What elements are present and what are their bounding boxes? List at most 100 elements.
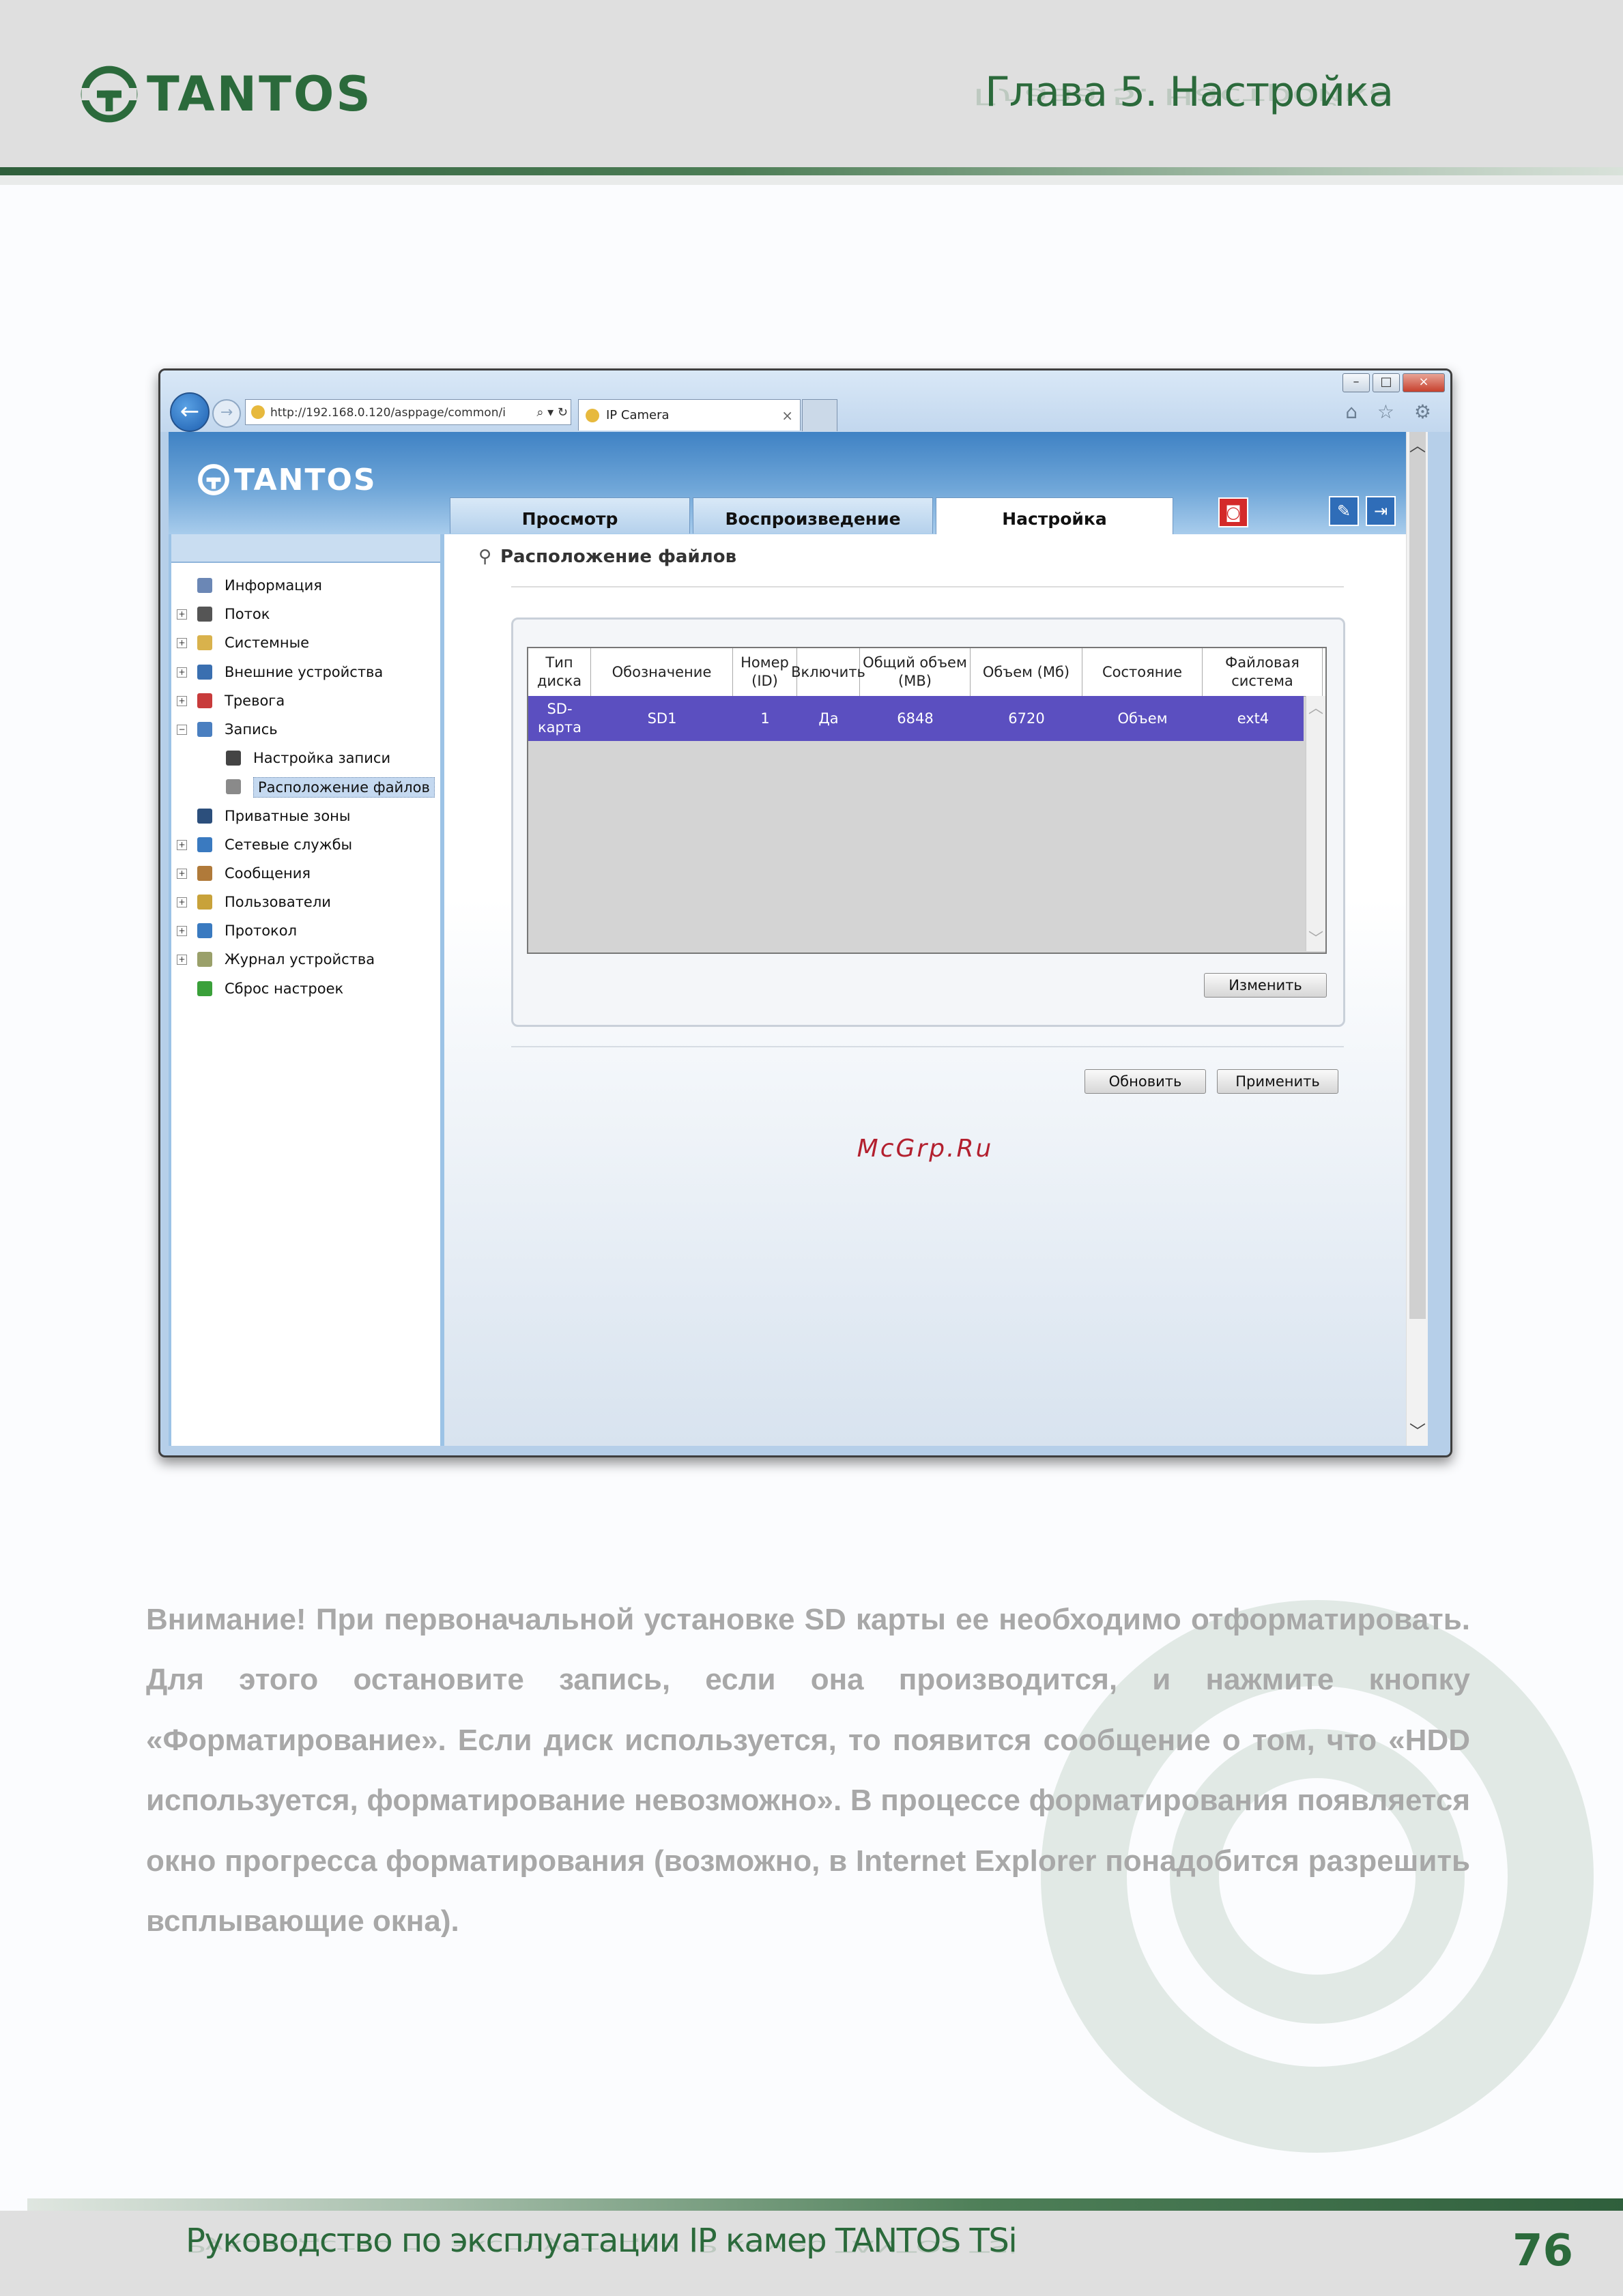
change-button[interactable]: Изменить [1204,973,1327,998]
page-scrollbar[interactable]: ︿ ﹀ [1406,432,1428,1446]
sidebar-item[interactable]: Приватные зоны [171,802,440,830]
system-icon [197,635,212,651]
storage-panel: Тип диска Обозначение Номер (ID) Включит… [511,617,1345,1027]
chevron-down-icon[interactable]: ﹀ [1306,927,1325,948]
header-divider [0,167,1623,175]
sidebar-item[interactable]: + Журнал устройства [171,945,440,974]
info-icon [197,578,212,593]
page-viewport: TANTOS Просмотр Воспроизведение Настройк… [169,432,1428,1446]
sidebar-item-label: Информация [225,577,322,594]
tab-view[interactable]: Просмотр [450,497,690,534]
col-total-capacity: Общий объем (MB) [860,648,971,696]
sidebar-top-bar [171,534,440,563]
sidebar-item[interactable]: + Пользователи [171,888,440,916]
tab-close-icon[interactable]: × [781,400,793,431]
table-scrollbar[interactable]: ︿ ﹀ [1306,696,1325,951]
address-url: http://192.168.0.120/asppage/common/i [270,406,506,420]
table-header: Тип диска Обозначение Номер (ID) Включит… [528,648,1325,697]
sidebar-item-label: Настройка записи [253,750,391,767]
minimize-button[interactable]: – [1342,373,1370,392]
sidebar-item-label: Сообщения [225,864,311,882]
sidebar-item-label: Поток [225,606,270,623]
sidebar-item-label: Журнал устройства [225,951,375,968]
sidebar-item[interactable]: + Системные [171,628,440,657]
sidebar-item-label: Сброс настроек [225,980,344,997]
scrollbar-thumb[interactable] [1409,432,1426,1319]
back-arrow-icon[interactable]: ← [170,392,210,432]
file-location-section-icon: ⚲ [478,547,492,567]
tree-expander-icon[interactable]: + [177,897,187,908]
col-enable: Включить [791,648,865,696]
forward-arrow-icon[interactable]: → [212,399,241,428]
tree-expander-icon[interactable]: + [177,609,187,620]
col-id: Номер (ID) [733,648,797,696]
edit-icon[interactable]: ✎ [1329,496,1359,526]
scroll-down-chevron-icon[interactable]: ﹀ [1407,1418,1428,1442]
col-filesystem: Файловая система [1203,648,1323,696]
refresh-button[interactable]: Обновить [1085,1069,1206,1094]
sidebar-item[interactable]: Настройка записи [171,744,440,772]
sidebar-item-label: Расположение файлов [253,777,435,798]
record-settings-icon [226,751,241,766]
tree-expander-icon[interactable]: + [177,868,187,879]
tree-expander-icon[interactable]: + [177,926,187,937]
cell-disk-type: SD-карта [538,701,581,736]
tantos-logo: TANTOS [78,63,373,126]
tree-expander-icon[interactable]: + [177,638,187,649]
sidebar-item-label: Запись [225,721,278,738]
address-tools-icon[interactable]: ⌕ ▾ ↻ [534,400,568,424]
browser-tab[interactable]: IP Camera × [578,399,801,431]
tree-expander-icon[interactable]: + [177,695,187,706]
sidebar-item[interactable]: + Сообщения [171,859,440,888]
home-favorites-settings-icon[interactable]: ⌂ ☆ ⚙ [1345,401,1438,423]
cell-enable: Да [818,710,839,727]
app-header: TANTOS Просмотр Воспроизведение Настройк… [169,432,1428,535]
cell-total-capacity: 6848 [897,710,934,727]
col-free-capacity: Объем (Мб) [971,648,1082,696]
scroll-up-chevron-icon[interactable]: ︿ [1407,432,1428,456]
table-row[interactable]: SD-карта SD1 1 Да 6848 6720 Объем ext4 [528,696,1304,741]
cell-id: 1 [760,710,770,727]
new-tab-button[interactable] [802,399,837,431]
sidebar-item-label: Протокол [225,922,298,940]
sidebar-item[interactable]: − Запись [171,715,440,744]
tab-title: IP Camera [606,408,670,422]
messages-icon [197,865,212,881]
address-bar[interactable]: http://192.168.0.120/asppage/common/i ⌕ … [245,399,571,425]
alarm-icon [197,693,212,708]
stream-icon [197,607,212,622]
tree-expander-icon[interactable]: + [177,667,187,678]
sidebar-item[interactable]: + Тревога [171,686,440,715]
tab-playback[interactable]: Воспроизведение [693,497,933,534]
apply-button[interactable]: Применить [1217,1069,1338,1094]
maximize-button[interactable]: □ [1373,373,1400,392]
sidebar-item[interactable]: + Внешние устройства [171,658,440,686]
network-icon [197,837,212,852]
tree-expander-icon[interactable]: + [177,839,187,850]
chevron-up-icon[interactable]: ︿ [1306,696,1325,718]
app-logo-icon [198,464,229,495]
browser-chrome: – □ × ← → http://192.168.0.120/asppage/c… [160,370,1450,432]
cell-free-capacity: 6720 [1008,710,1045,727]
sidebar-item[interactable]: + Сетевые службы [171,830,440,859]
tree-expander-icon[interactable]: − [177,724,187,735]
tab-settings[interactable]: Настройка [936,497,1173,535]
sidebar-item[interactable]: Сброс настроек [171,974,440,1003]
sidebar-item-label: Приватные зоны [225,807,351,824]
watermark-text: McGrp.Ru [857,1135,994,1163]
footer-divider [27,2198,1623,2211]
tree-expander-icon[interactable]: + [177,955,187,965]
sidebar-item[interactable]: + Протокол [171,916,440,945]
col-disk-type: Тип диска [528,648,591,696]
cell-filesystem: ext4 [1237,710,1269,727]
device-log-icon [197,952,212,968]
logout-icon[interactable]: ⇥ [1366,496,1396,526]
alarm-bell-icon[interactable]: ◙ [1218,497,1248,527]
devices-icon [197,664,212,680]
page-number: 76 [1512,2226,1574,2276]
sidebar-item[interactable]: Информация [171,571,440,600]
sidebar-item[interactable]: Расположение файлов [171,772,440,801]
header-divider-light [0,175,1623,185]
sidebar-item[interactable]: + Поток [171,600,440,628]
close-window-button[interactable]: × [1403,373,1445,392]
